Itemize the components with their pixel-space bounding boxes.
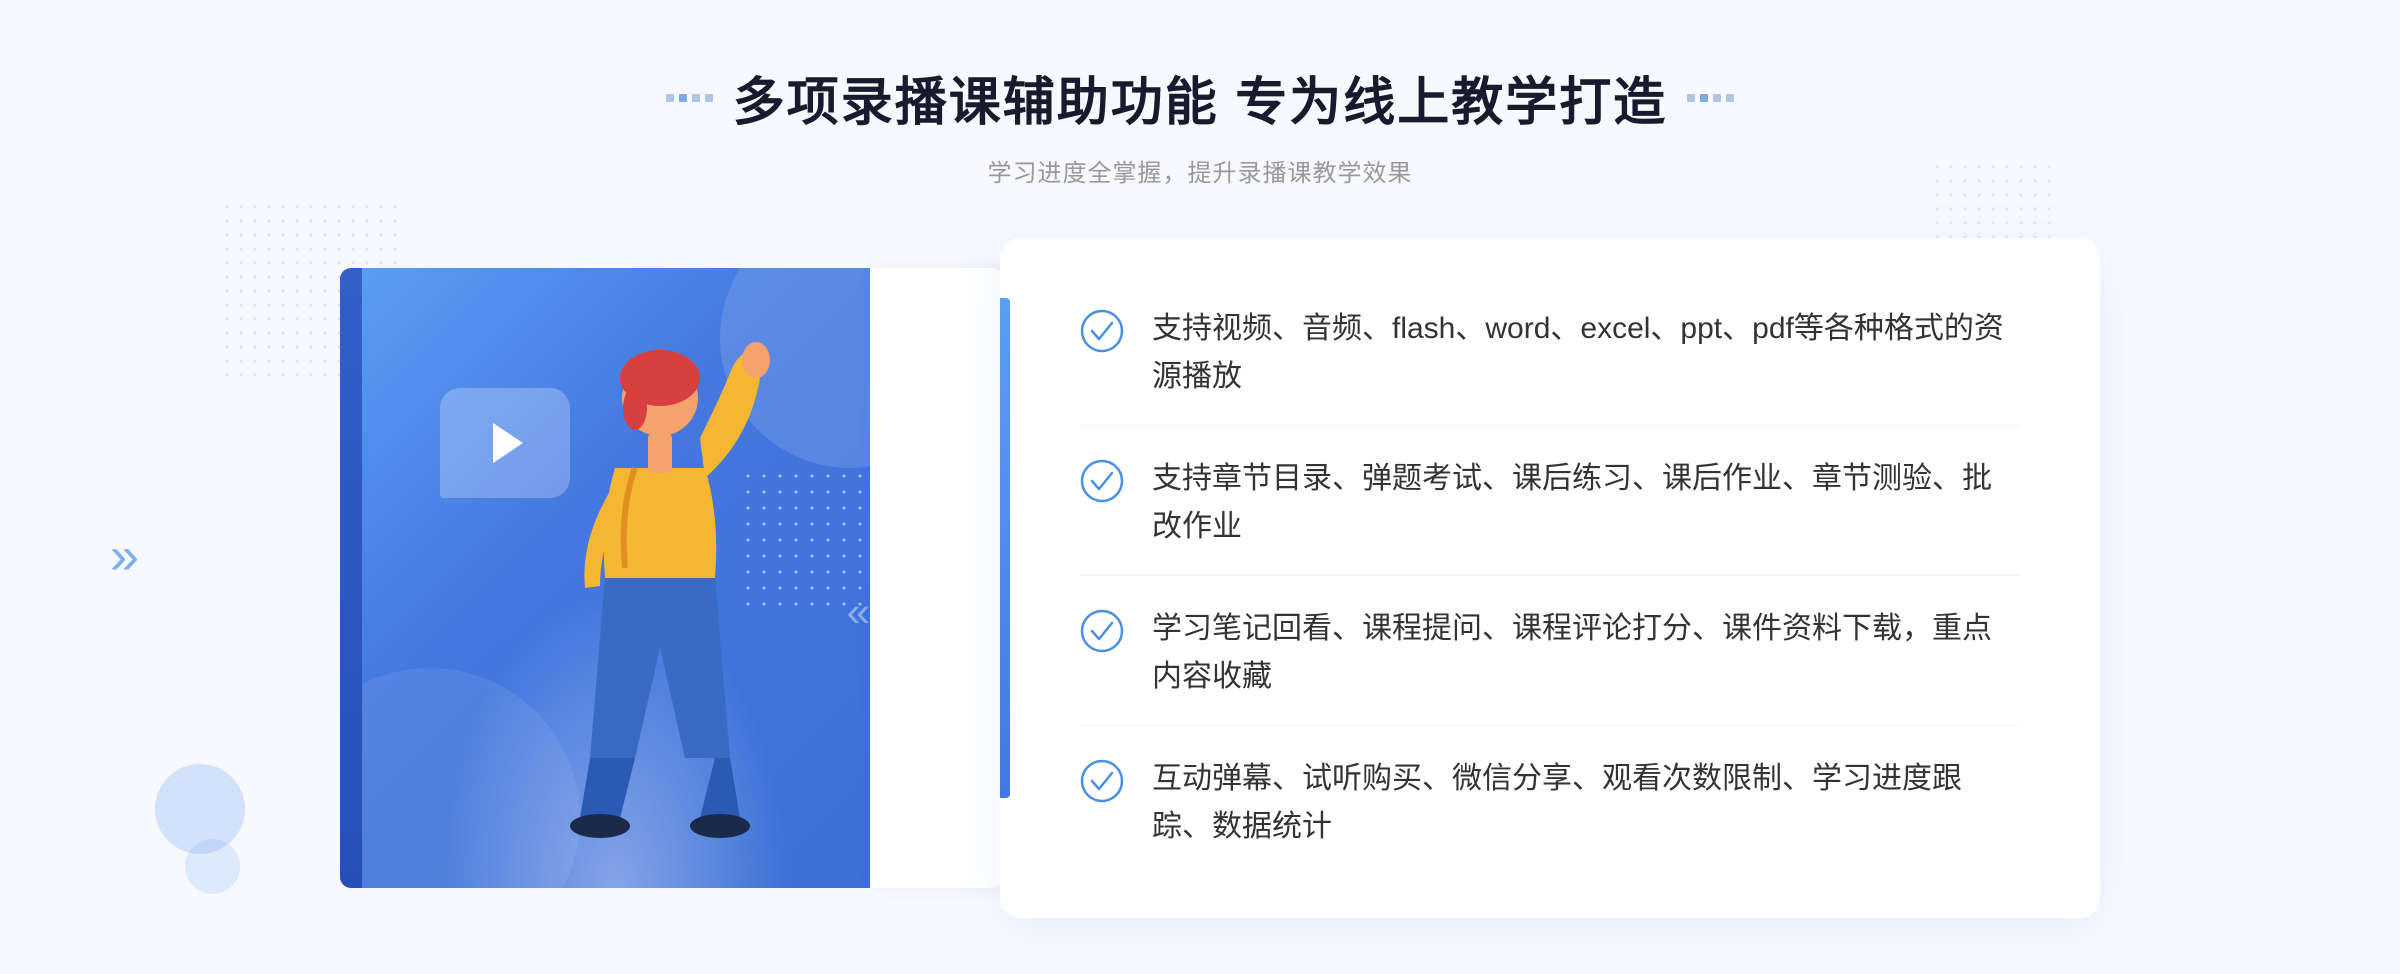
circle-decoration-medium (185, 839, 240, 894)
header-section: 多项录播课辅助功能 专为线上教学打造 学习进度全掌握，提升录播课教学效果 (666, 60, 1734, 188)
subtitle: 学习进度全掌握，提升录播课教学效果 (666, 153, 1734, 188)
main-title: 多项录播课辅助功能 专为线上教学打造 (733, 60, 1667, 135)
arrow-decoration-left: » (110, 530, 139, 582)
dot2 (679, 94, 687, 102)
check-icon-1 (1080, 309, 1124, 353)
dot6 (1700, 94, 1708, 102)
circle-decoration-large (155, 764, 245, 854)
title-decoration-right (1687, 94, 1734, 102)
illustration-card: « (340, 268, 920, 888)
feature-item-1: 支持视频、音频、flash、word、excel、ppt、pdf等各种格式的资源… (1080, 281, 2020, 426)
check-icon-4 (1080, 759, 1124, 803)
feature-text-1: 支持视频、音频、flash、word、excel、ppt、pdf等各种格式的资源… (1152, 305, 2020, 401)
features-panel: 支持视频、音频、flash、word、excel、ppt、pdf等各种格式的资源… (1000, 238, 2100, 918)
dot5 (1687, 94, 1695, 102)
check-icon-3 (1080, 609, 1124, 653)
feature-item-2: 支持章节目录、弹题考试、课后练习、课后作业、章节测验、批改作业 (1080, 431, 2020, 576)
card-chevron-icon: « (847, 588, 870, 636)
feature-item-4: 互动弹幕、试听购买、微信分享、观看次数限制、学习进度跟踪、数据统计 (1080, 731, 2020, 875)
illustration-container: « (300, 238, 980, 918)
title-row: 多项录播课辅助功能 专为线上教学打造 (666, 60, 1734, 135)
dot7 (1713, 94, 1721, 102)
page-wrapper: » 多项录播课辅助功能 专为线上教学打造 学习进度全掌握，提升录播课教学效果 (0, 0, 2400, 974)
figure-illustration (460, 338, 840, 888)
feature-item-3: 学习笔记回看、课程提问、课程评论打分、课件资料下载，重点内容收藏 (1080, 581, 2020, 726)
title-decoration-left (666, 94, 713, 102)
content-area: « (300, 238, 2100, 918)
feature-text-3: 学习笔记回看、课程提问、课程评论打分、课件资料下载，重点内容收藏 (1152, 605, 2020, 701)
dot3 (692, 94, 700, 102)
feature-text-2: 支持章节目录、弹题考试、课后练习、课后作业、章节测验、批改作业 (1152, 455, 2020, 551)
check-icon-2 (1080, 459, 1124, 503)
dot4 (705, 94, 713, 102)
dot1 (666, 94, 674, 102)
accent-bar (340, 268, 362, 888)
stripe-accent (1000, 298, 1010, 798)
dot8 (1726, 94, 1734, 102)
white-panel (870, 268, 1010, 888)
feature-text-4: 互动弹幕、试听购买、微信分享、观看次数限制、学习进度跟踪、数据统计 (1152, 755, 2020, 851)
